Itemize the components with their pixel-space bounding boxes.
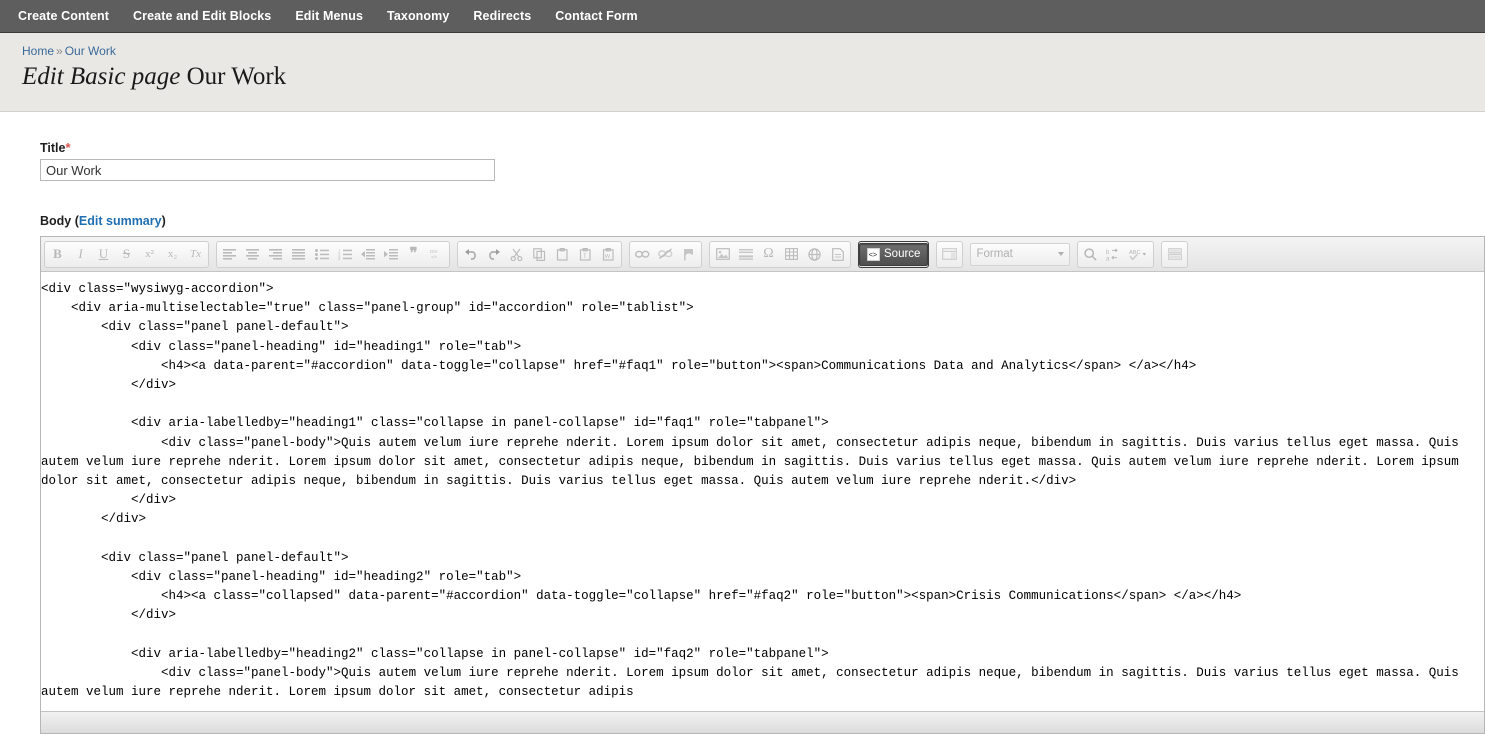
format-dropdown[interactable]: Format xyxy=(970,242,1071,266)
bulleted-list-icon[interactable] xyxy=(310,243,333,266)
replace-icon[interactable]: ba xyxy=(1102,243,1125,266)
numbered-list-icon[interactable]: 123 xyxy=(333,243,356,266)
bold-icon[interactable]: B xyxy=(46,243,69,266)
toolbar-group-tools: ba ABC xyxy=(1077,240,1155,268)
toolbar-group-templates xyxy=(936,240,964,268)
source-button[interactable]: <> Source xyxy=(859,242,929,266)
superscript-icon[interactable]: x² xyxy=(138,243,161,266)
toolbar-group-format: Format xyxy=(970,241,1071,268)
body-label-text: Body xyxy=(40,214,72,228)
underline-icon[interactable]: U xyxy=(92,243,115,266)
admin-link-redirects[interactable]: Redirects xyxy=(473,9,531,23)
link-icon[interactable] xyxy=(631,243,654,266)
italic-glyph: I xyxy=(78,246,83,261)
admin-toolbar: Create Content Create and Edit Blocks Ed… xyxy=(0,0,1485,33)
editor-status-bar xyxy=(41,711,1484,733)
title-input[interactable] xyxy=(40,159,495,181)
image-icon[interactable] xyxy=(711,243,734,266)
breadcrumb-separator: » xyxy=(56,44,63,58)
svg-text:b: b xyxy=(1106,250,1110,256)
table-icon[interactable] xyxy=(780,243,803,266)
paste-word-icon[interactable]: W xyxy=(597,243,620,266)
admin-link-create-edit-blocks[interactable]: Create and Edit Blocks xyxy=(133,9,271,23)
subscript-glyph: x₂ xyxy=(167,248,178,260)
format-dropdown-label: Format xyxy=(976,248,1013,260)
align-center-icon[interactable] xyxy=(241,243,264,266)
align-left-icon[interactable] xyxy=(218,243,241,266)
page-break-icon[interactable] xyxy=(826,243,849,266)
admin-link-create-content[interactable]: Create Content xyxy=(18,9,109,23)
align-right-icon[interactable] xyxy=(264,243,287,266)
editor-toolbar: B I U S x² x₂ Tx 1 2 3 ❞ DIV </> T W Ω <… xyxy=(41,237,1484,272)
underline-glyph: U xyxy=(98,246,109,261)
svg-text:T: T xyxy=(583,254,587,260)
svg-text:ABC: ABC xyxy=(1129,250,1141,256)
svg-text:</>: </> xyxy=(431,255,438,260)
paste-text-icon[interactable]: T xyxy=(574,243,597,266)
templates-icon[interactable] xyxy=(938,243,961,266)
toolbar-group-links xyxy=(629,240,702,268)
admin-link-contact-form[interactable]: Contact Form xyxy=(555,9,637,23)
page-title-name: Our Work xyxy=(186,63,287,90)
breadcrumb-home-link[interactable]: Home xyxy=(22,44,54,58)
horizontal-rule-icon[interactable] xyxy=(734,243,757,266)
blockquote-glyph: ❞ xyxy=(409,246,418,262)
node-edit-form: Title* Body (Edit summary) B I U S x² x₂… xyxy=(0,112,1485,743)
rich-text-editor: B I U S x² x₂ Tx 1 2 3 ❞ DIV </> T W Ω <… xyxy=(40,236,1485,734)
chevron-down-icon xyxy=(1058,252,1065,256)
spellcheck-icon[interactable]: ABC xyxy=(1125,243,1152,266)
toolbar-group-show-blocks xyxy=(1161,240,1189,268)
remove-format-icon[interactable]: Tx xyxy=(184,243,207,266)
breadcrumb: Home» Our Work xyxy=(22,44,1485,58)
align-justify-icon[interactable] xyxy=(287,243,310,266)
redo-icon[interactable] xyxy=(482,243,505,266)
svg-text:<>: <> xyxy=(869,250,878,259)
title-label-text: Title xyxy=(40,141,66,155)
superscript-glyph: x² xyxy=(145,248,154,260)
svg-text:3: 3 xyxy=(338,256,341,260)
omega-glyph: Ω xyxy=(763,246,774,261)
find-icon[interactable] xyxy=(1079,243,1102,266)
svg-text:W: W xyxy=(605,254,611,260)
source-button-label: Source xyxy=(884,248,921,260)
cut-icon[interactable] xyxy=(505,243,528,266)
title-field-label: Title* xyxy=(40,140,1485,155)
paste-icon[interactable] xyxy=(551,243,574,266)
indent-icon[interactable] xyxy=(379,243,402,266)
bold-glyph: B xyxy=(53,246,62,261)
body-paren-close: ) xyxy=(161,214,166,228)
undo-icon[interactable] xyxy=(459,243,482,266)
page-title-prefix: Edit Basic page xyxy=(22,63,181,90)
blockquote-icon[interactable]: ❞ xyxy=(402,243,425,266)
unlink-icon[interactable] xyxy=(654,243,677,266)
svg-text:DIV: DIV xyxy=(430,249,439,254)
iframe-icon[interactable] xyxy=(803,243,826,266)
strikethrough-glyph: S xyxy=(122,246,131,261)
edit-summary-link[interactable]: Edit summary xyxy=(79,214,162,228)
create-div-icon[interactable]: DIV </> xyxy=(425,243,448,266)
source-code-textarea[interactable]: <div class="wysiwyg-accordion"> <div ari… xyxy=(41,272,1484,706)
body-field-label: Body (Edit summary) xyxy=(40,214,1485,228)
svg-text:a: a xyxy=(1106,256,1110,261)
toolbar-group-insert: Ω xyxy=(709,240,851,268)
outdent-icon[interactable] xyxy=(356,243,379,266)
toolbar-group-clipboard: T W xyxy=(457,240,622,268)
strikethrough-icon[interactable]: S xyxy=(115,243,138,266)
required-marker: * xyxy=(65,140,71,155)
admin-link-taxonomy[interactable]: Taxonomy xyxy=(387,9,449,23)
toolbar-group-basic-styles: B I U S x² x₂ Tx xyxy=(44,240,209,268)
admin-link-edit-menus[interactable]: Edit Menus xyxy=(295,9,363,23)
subscript-icon[interactable]: x₂ xyxy=(161,243,184,266)
special-character-icon[interactable]: Ω xyxy=(757,243,780,266)
italic-icon[interactable]: I xyxy=(69,243,92,266)
toolbar-group-paragraph: 123 ❞ DIV </> xyxy=(216,240,450,268)
page-title: Edit Basic page Our Work xyxy=(22,62,1485,92)
show-blocks-icon[interactable] xyxy=(1163,243,1186,266)
page-header: Home» Our Work Edit Basic page Our Work xyxy=(0,33,1485,112)
toolbar-group-source: <> Source xyxy=(858,240,930,268)
copy-icon[interactable] xyxy=(528,243,551,266)
breadcrumb-current-link[interactable]: Our Work xyxy=(65,44,116,58)
remove-format-glyph: Tx xyxy=(190,248,201,260)
anchor-icon[interactable] xyxy=(677,243,700,266)
